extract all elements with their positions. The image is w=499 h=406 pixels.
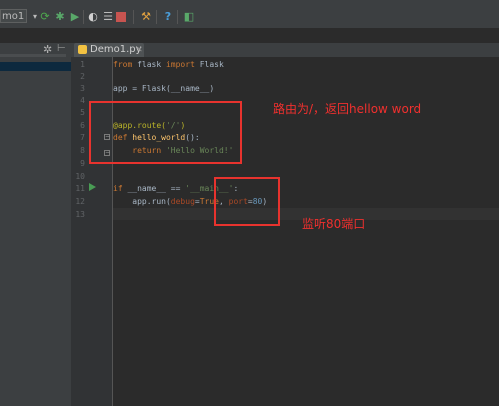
- line-number: 5: [80, 108, 85, 117]
- line-number: 8: [80, 146, 85, 155]
- keyword-arg: debug: [170, 197, 195, 206]
- code-line-3[interactable]: app = Flask(__name__): [113, 83, 214, 95]
- tab-label: Demo1.py: [90, 44, 142, 55]
- concurrency-icon[interactable]: ◐: [87, 11, 99, 23]
- line-number: 1: [80, 60, 85, 69]
- run-config-label: mo1: [2, 11, 25, 22]
- run-config-select[interactable]: mo1: [0, 9, 27, 23]
- line-number: 11: [75, 184, 85, 193]
- vcs-icon[interactable]: ◧: [183, 11, 195, 23]
- help-icon[interactable]: ?: [162, 11, 174, 23]
- keyword: if: [113, 184, 123, 193]
- project-panel-header: ✲ ⊢: [0, 43, 66, 57]
- tab-row: ✲ ⊢ Demo1.py ✕: [0, 43, 499, 57]
- debug-icon[interactable]: ✱: [54, 11, 66, 23]
- gear-icon[interactable]: ✲: [43, 43, 52, 56]
- port-highlight-box: [214, 177, 280, 226]
- tab-demo1[interactable]: Demo1.py ✕: [74, 43, 144, 57]
- line-number: 12: [75, 197, 85, 206]
- stop-icon[interactable]: [116, 12, 126, 22]
- imported-name: Flask: [194, 60, 224, 69]
- toolbar-separator: [83, 10, 84, 24]
- project-tree-selection[interactable]: [0, 62, 71, 71]
- line-number: 13: [75, 210, 85, 219]
- close-icon[interactable]: ✕: [136, 43, 143, 57]
- line-number: 3: [80, 84, 85, 93]
- toolbar: mo1 ▾ ⟳ ✱ ▶ ◐ ☰ ⚒ ? ◧: [0, 6, 499, 29]
- toolbar-separator: [156, 10, 157, 24]
- route-highlight-box: [89, 101, 242, 164]
- line-number: 10: [75, 172, 85, 181]
- project-panel: [0, 57, 71, 406]
- settings-wrench-icon[interactable]: ⚒: [140, 11, 152, 23]
- line-number: 4: [80, 96, 85, 105]
- keyword: from: [113, 60, 133, 69]
- code-text: __name__ ==: [122, 184, 186, 193]
- port-annotation: 监听80端口: [302, 217, 366, 231]
- code-text: app = Flask(__name__): [113, 84, 215, 93]
- line-number: 7: [80, 133, 85, 142]
- coverage-icon[interactable]: ▶: [69, 11, 81, 23]
- code-line-1[interactable]: from flask import Flask: [113, 59, 224, 71]
- run-gutter-icon[interactable]: [89, 183, 96, 191]
- line-number: 9: [80, 159, 85, 168]
- route-annotation: 路由为/，返回hellow word: [273, 102, 422, 116]
- code-text: app.run(: [113, 197, 171, 206]
- toolbar-separator: [177, 10, 178, 24]
- keyword: import: [165, 60, 195, 69]
- attach-icon[interactable]: ☰: [102, 11, 114, 23]
- toolbar-separator: [133, 10, 134, 24]
- rerun-icon[interactable]: ⟳: [39, 11, 51, 23]
- python-file-icon: [78, 45, 87, 54]
- collapse-icon[interactable]: ⊢: [57, 43, 66, 54]
- line-number: 6: [80, 121, 85, 130]
- line-number: 2: [80, 72, 85, 81]
- module-name: flask: [132, 60, 166, 69]
